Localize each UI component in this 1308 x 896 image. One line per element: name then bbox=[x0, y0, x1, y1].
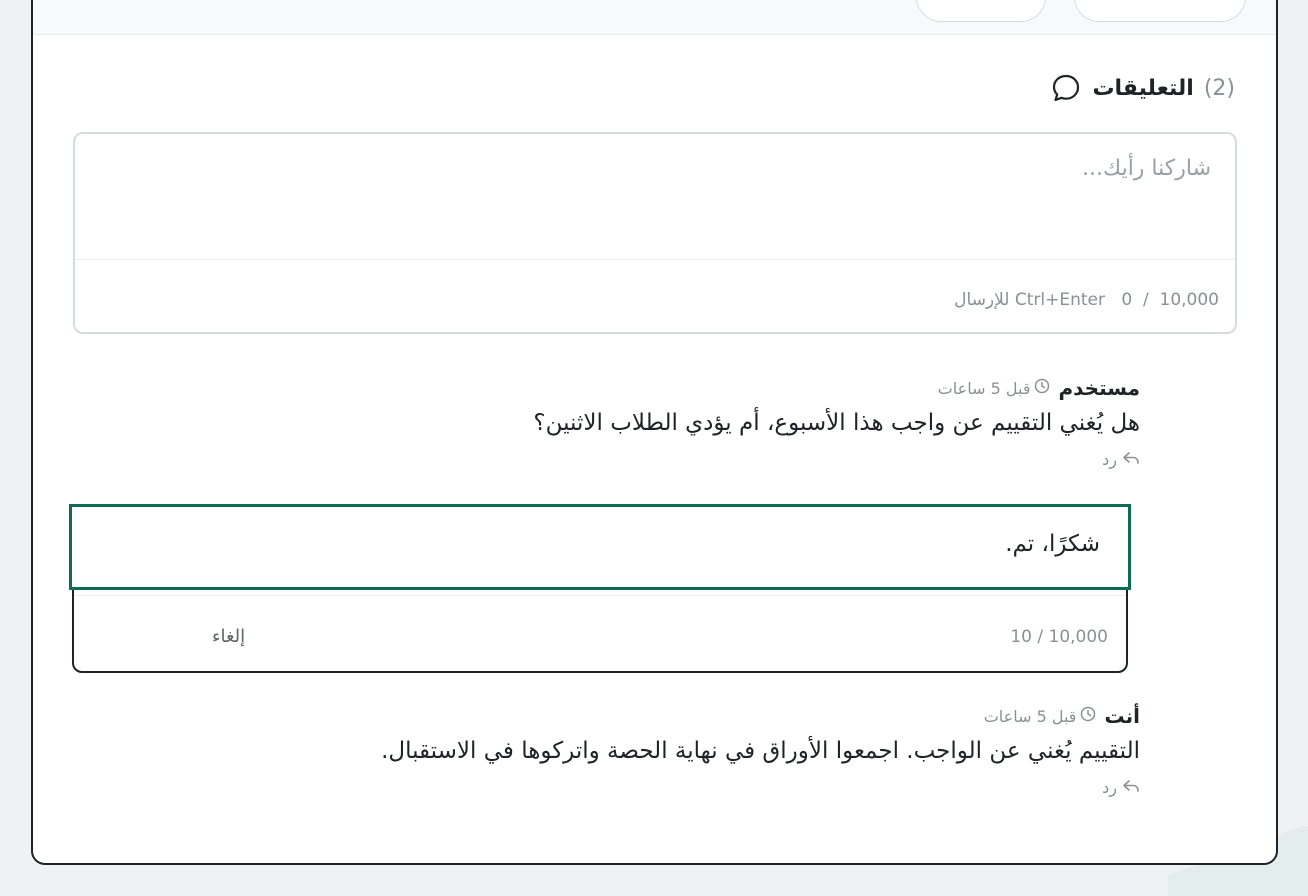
toolbar-pill-button[interactable] bbox=[1074, 0, 1246, 22]
reply-arrow-icon bbox=[1122, 778, 1140, 797]
comment-time-text: قبل 5 ساعات bbox=[983, 706, 1077, 726]
toolbar-pill-button-secondary[interactable] bbox=[916, 0, 1046, 22]
cancel-button[interactable]: إلغاء bbox=[212, 626, 245, 647]
composer-char-counter: 0 / 10,000 bbox=[1121, 290, 1219, 310]
composer-placeholder[interactable]: شاركنا رأيك... bbox=[1082, 156, 1211, 181]
comments-count: (2) bbox=[1203, 75, 1235, 101]
comments-title: التعليقات bbox=[1092, 75, 1194, 101]
comment-time: قبل 5 ساعات bbox=[938, 378, 1051, 398]
comment-bubble-icon bbox=[1050, 72, 1082, 104]
reply-button[interactable]: رد bbox=[1102, 778, 1140, 797]
comment-author: أنت bbox=[1104, 704, 1140, 728]
reply-textarea[interactable]: شكرًا، تم. bbox=[69, 504, 1131, 590]
comment-item: مستخدم قبل 5 ساعات هل يُغني التقييم عن و… bbox=[533, 376, 1140, 469]
comment-item: أنت قبل 5 ساعات التقييم يُغني عن الواجب.… bbox=[381, 704, 1140, 797]
clock-icon bbox=[1034, 378, 1050, 398]
comment-composer[interactable]: شاركنا رأيك... 0 / 10,000 Ctrl+Enter للإ… bbox=[73, 132, 1237, 334]
comment-meta: مستخدم قبل 5 ساعات bbox=[533, 376, 1140, 400]
comments-header: التعليقات (2) bbox=[1050, 72, 1235, 104]
comment-body: التقييم يُغني عن الواجب. اجمعوا الأوراق … bbox=[381, 738, 1140, 764]
composer-submit-hint: Ctrl+Enter للإرسال bbox=[954, 290, 1105, 310]
comment-time-text: قبل 5 ساعات bbox=[937, 378, 1031, 398]
comment-meta: أنت قبل 5 ساعات bbox=[381, 704, 1140, 728]
reply-button[interactable]: رد bbox=[1102, 450, 1140, 469]
comment-author: مستخدم bbox=[1058, 376, 1140, 400]
composer-divider bbox=[75, 259, 1235, 260]
reply-editor: شكرًا، تم. 10 / 10,000 إلغاء bbox=[69, 504, 1131, 673]
clock-icon bbox=[1080, 706, 1096, 726]
reply-editor-divider bbox=[74, 595, 1126, 596]
reply-arrow-icon bbox=[1122, 450, 1140, 469]
reply-label: رد bbox=[1102, 778, 1117, 797]
reply-label: رد bbox=[1102, 450, 1117, 469]
comments-card: التعليقات (2) شاركنا رأيك... 0 / 10,000 … bbox=[31, 0, 1278, 865]
reply-char-counter: 10 / 10,000 bbox=[1010, 627, 1108, 647]
card-top-toolbar bbox=[33, 0, 1276, 35]
comment-time: قبل 5 ساعات bbox=[984, 706, 1097, 726]
comment-body: هل يُغني التقييم عن واجب هذا الأسبوع، أم… bbox=[533, 410, 1140, 436]
